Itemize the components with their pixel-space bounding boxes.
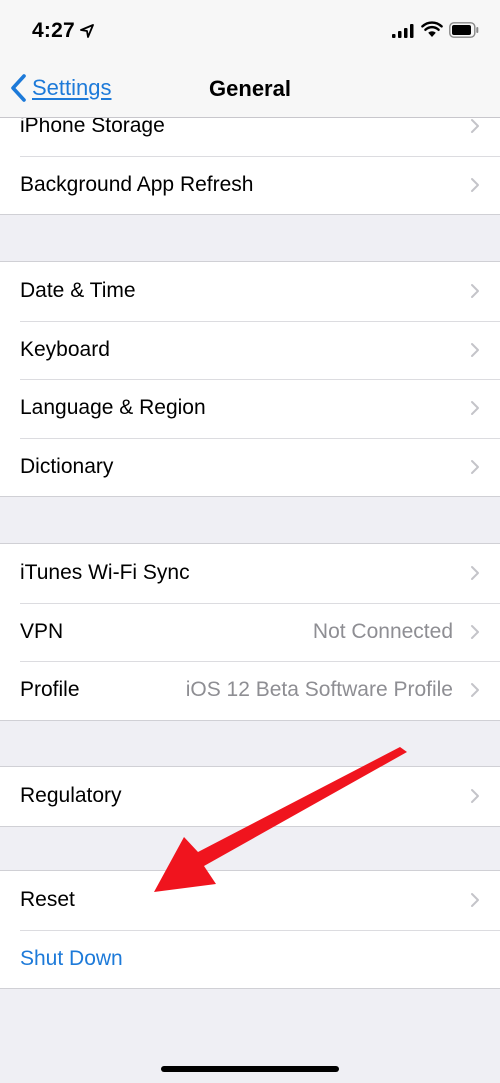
shut-down-label: Shut Down bbox=[20, 946, 123, 970]
row-reset[interactable]: Reset bbox=[0, 871, 500, 930]
chevron-right-icon bbox=[471, 401, 479, 416]
settings-group-sync: iTunes Wi-Fi Sync VPN Not Connected Prof… bbox=[0, 543, 500, 721]
chevron-right-icon bbox=[471, 119, 479, 134]
profile-name: iOS 12 Beta Software Profile bbox=[185, 678, 453, 702]
status-bar: 4:27 bbox=[0, 0, 500, 60]
row-label: iTunes Wi-Fi Sync bbox=[20, 561, 190, 585]
vpn-status: Not Connected bbox=[312, 619, 453, 643]
row-dictionary[interactable]: Dictionary bbox=[0, 437, 500, 497]
chevron-right-icon bbox=[471, 789, 479, 804]
row-itunes-wifi-sync[interactable]: iTunes Wi-Fi Sync bbox=[0, 544, 500, 603]
row-date-time[interactable]: Date & Time bbox=[0, 262, 500, 321]
chevron-right-icon bbox=[471, 177, 479, 192]
chevron-right-icon bbox=[471, 893, 479, 908]
row-label: Keyboard bbox=[20, 337, 110, 361]
wifi-icon bbox=[421, 21, 443, 37]
location-arrow-icon bbox=[80, 24, 94, 38]
status-time: 4:27 bbox=[32, 19, 75, 42]
row-label: Reset bbox=[20, 888, 75, 912]
row-label: Dictionary bbox=[20, 455, 114, 479]
shut-down-button[interactable]: Shut Down bbox=[0, 929, 500, 989]
battery-icon bbox=[449, 22, 479, 38]
chevron-right-icon bbox=[471, 342, 479, 357]
row-label: Profile bbox=[20, 678, 80, 702]
cellular-signal-icon bbox=[392, 24, 414, 38]
row-label: VPN bbox=[20, 619, 64, 643]
chevron-right-icon bbox=[471, 683, 479, 698]
settings-group-regulatory: Regulatory bbox=[0, 766, 500, 827]
row-label: Background App Refresh bbox=[20, 172, 254, 196]
settings-group-locale: Date & Time Keyboard Language & Region D… bbox=[0, 261, 500, 498]
chevron-right-icon bbox=[471, 284, 479, 299]
row-label: Regulatory bbox=[20, 784, 122, 808]
page-title: General bbox=[209, 76, 291, 101]
row-profile[interactable]: Profile iOS 12 Beta Software Profile bbox=[0, 661, 500, 720]
home-indicator[interactable] bbox=[161, 1066, 339, 1072]
settings-group-reset: Reset Shut Down bbox=[0, 870, 500, 990]
row-language-region[interactable]: Language & Region bbox=[0, 379, 500, 438]
row-label: Date & Time bbox=[20, 279, 136, 303]
chevron-right-icon bbox=[471, 566, 479, 581]
chevron-right-icon bbox=[471, 460, 479, 475]
row-vpn[interactable]: VPN Not Connected bbox=[0, 602, 500, 662]
chevron-right-icon bbox=[471, 624, 479, 639]
row-regulatory[interactable]: Regulatory bbox=[0, 767, 500, 826]
navigation-bar: Settings General bbox=[0, 60, 500, 118]
row-background-app-refresh[interactable]: Background App Refresh bbox=[0, 155, 500, 215]
row-label: Language & Region bbox=[20, 396, 206, 420]
row-keyboard[interactable]: Keyboard bbox=[0, 320, 500, 380]
